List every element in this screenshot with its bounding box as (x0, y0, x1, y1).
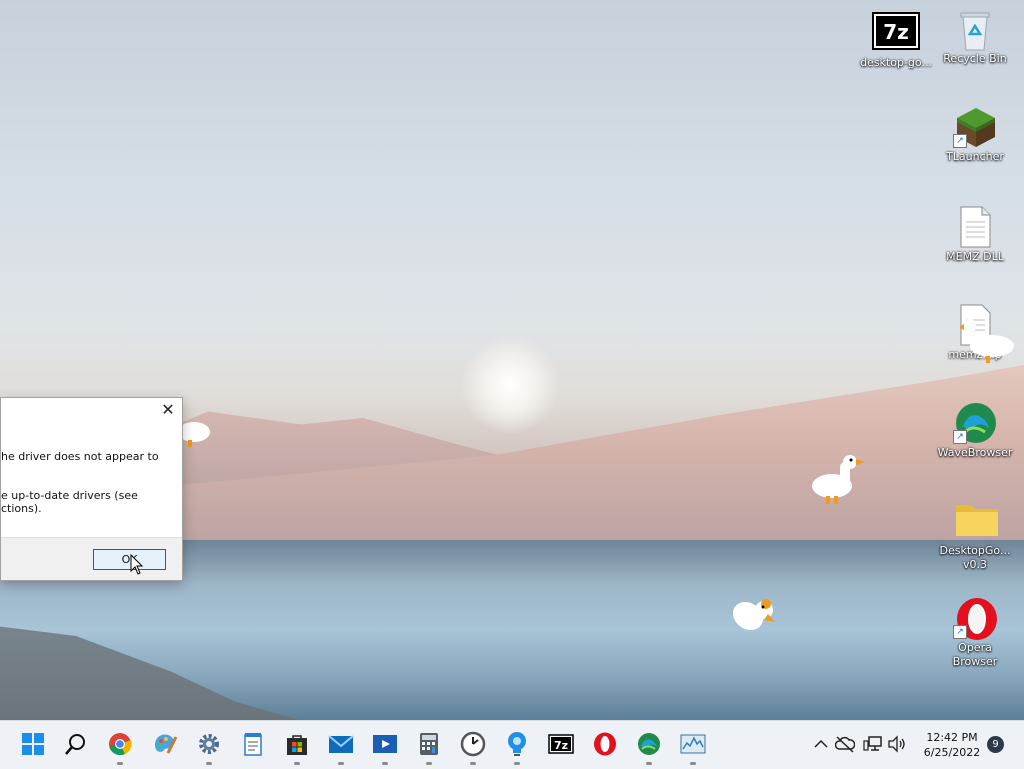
taskbar-7zip[interactable]: 7z (548, 731, 574, 757)
taskbar-mail[interactable] (328, 731, 354, 757)
svg-text:7z: 7z (554, 739, 568, 752)
sun (460, 335, 560, 435)
speaker-icon (888, 735, 905, 753)
running-indicator (690, 762, 696, 765)
windows-logo-icon (22, 733, 44, 755)
running-indicator (514, 762, 520, 765)
desktop-icon-label: DesktopGo... v0.3 (939, 544, 1011, 571)
desktop-icon-recycle-bin[interactable]: Recycle Bin (937, 8, 1013, 66)
taskbar-tips[interactable] (504, 731, 530, 757)
goose-sprite (812, 455, 865, 504)
mail-icon (328, 735, 354, 753)
taskbar-monitor-app[interactable] (680, 731, 706, 757)
desktop-icon-wavebrowser[interactable]: ↗ WaveBrowser (937, 402, 1013, 460)
error-dialog: ✕ he driver does not appear to e up-to-d… (0, 397, 183, 581)
dialog-message: he driver does not appear to e up-to-dat… (1, 450, 179, 527)
goose-sprite (960, 319, 1014, 363)
media-player-icon (373, 735, 397, 753)
desktop-icon-label: MEMZ.DLL (946, 250, 1004, 263)
opera-icon: ↗ (953, 597, 997, 640)
clock-date: 6/25/2022 (923, 746, 981, 759)
calculator-icon (420, 733, 438, 755)
desktop-background: 7z desktop-go... Recycle Bin ↗ TLauncher… (0, 0, 1024, 720)
chevron-up-icon (814, 739, 828, 748)
desktop-icon-label: desktop-go... (860, 56, 932, 69)
clock-icon (460, 731, 486, 757)
notification-badge[interactable]: 9 (987, 736, 1004, 753)
desktop-icon-label: Recycle Bin (943, 52, 1007, 65)
cloud-offline-icon (835, 736, 855, 753)
clock-time: 12:42 PM (926, 731, 978, 744)
taskbar-search-button[interactable] (63, 731, 89, 757)
running-indicator (206, 762, 212, 765)
shortcut-arrow-icon: ↗ (953, 625, 967, 639)
opera-icon (594, 732, 616, 756)
search-icon (65, 734, 85, 755)
monitor-chart-icon (680, 734, 706, 754)
taskbar-media-player[interactable] (372, 731, 398, 757)
shortcut-arrow-icon: ↗ (953, 134, 967, 148)
7zip-icon: 7z (548, 734, 574, 754)
desktop-icon-tlauncher[interactable]: ↗ TLauncher (937, 106, 1013, 164)
taskbar-settings[interactable] (196, 731, 222, 757)
paint-icon (155, 734, 178, 754)
desktop-icon-desktopgoose-folder[interactable]: DesktopGo... v0.3 (937, 500, 1013, 572)
gear-icon (199, 734, 219, 754)
desktop-icon-label: Opera Browser (952, 641, 998, 668)
recycle-bin-icon (955, 8, 995, 51)
taskbar-paint[interactable] (152, 731, 178, 757)
notepad-icon (244, 733, 262, 756)
goose-sprite (732, 599, 775, 631)
running-indicator (294, 762, 300, 765)
dialog-footer: OK (1, 537, 182, 580)
wavebrowser-icon: ↗ (953, 402, 996, 444)
start-button[interactable] (20, 731, 46, 757)
running-indicator (338, 762, 344, 765)
lightbulb-icon (508, 732, 526, 756)
desktop-icon-label: WaveBrowser (937, 446, 1013, 459)
tray-network-button[interactable] (834, 731, 856, 757)
taskbar-notepad[interactable] (240, 731, 266, 757)
taskbar-opera[interactable] (592, 731, 618, 757)
network-icon (863, 736, 882, 751)
close-icon[interactable]: ✕ (160, 402, 176, 418)
7zip-icon: 7z (872, 12, 920, 52)
taskbar: 7z 12:42 PM 6/25/2022 (0, 720, 1024, 769)
taskbar-clock-app[interactable] (460, 731, 486, 757)
taskbar-chrome[interactable] (107, 731, 133, 757)
running-indicator (382, 762, 388, 765)
running-indicator (470, 762, 476, 765)
tray-network-status[interactable] (862, 731, 884, 757)
desktop-icon-7zip-archive[interactable]: 7z desktop-go... (858, 12, 934, 70)
show-hidden-icons-button[interactable] (810, 731, 832, 757)
desktop-icon-label: TLauncher (946, 150, 1004, 163)
desktop-icon-memz-dll[interactable]: MEMZ.DLL (937, 206, 1013, 264)
file-icon (955, 206, 995, 248)
folder-icon (955, 500, 998, 540)
chrome-icon (109, 733, 132, 756)
taskbar-store[interactable] (284, 731, 310, 757)
taskbar-wavebrowser[interactable] (636, 731, 662, 757)
svg-text:7z: 7z (883, 20, 909, 44)
tray-volume-button[interactable] (886, 731, 908, 757)
shortcut-arrow-icon: ↗ (953, 430, 967, 444)
dialog-message-line: e up-to-date drivers (see ctions). (1, 489, 138, 515)
running-indicator (117, 762, 123, 765)
wavebrowser-icon (638, 733, 660, 755)
store-icon (287, 735, 307, 755)
mouse-cursor-icon (130, 554, 144, 575)
desktop-icon-opera[interactable]: ↗ Opera Browser (937, 597, 1013, 669)
running-indicator (646, 762, 652, 765)
taskbar-clock[interactable]: 12:42 PM 6/25/2022 (912, 730, 992, 760)
running-indicator (426, 762, 432, 765)
tlauncher-icon: ↗ (953, 106, 995, 148)
goose-sprite (180, 422, 210, 447)
dialog-message-line: he driver does not appear to (1, 450, 159, 463)
taskbar-calculator[interactable] (416, 731, 442, 757)
